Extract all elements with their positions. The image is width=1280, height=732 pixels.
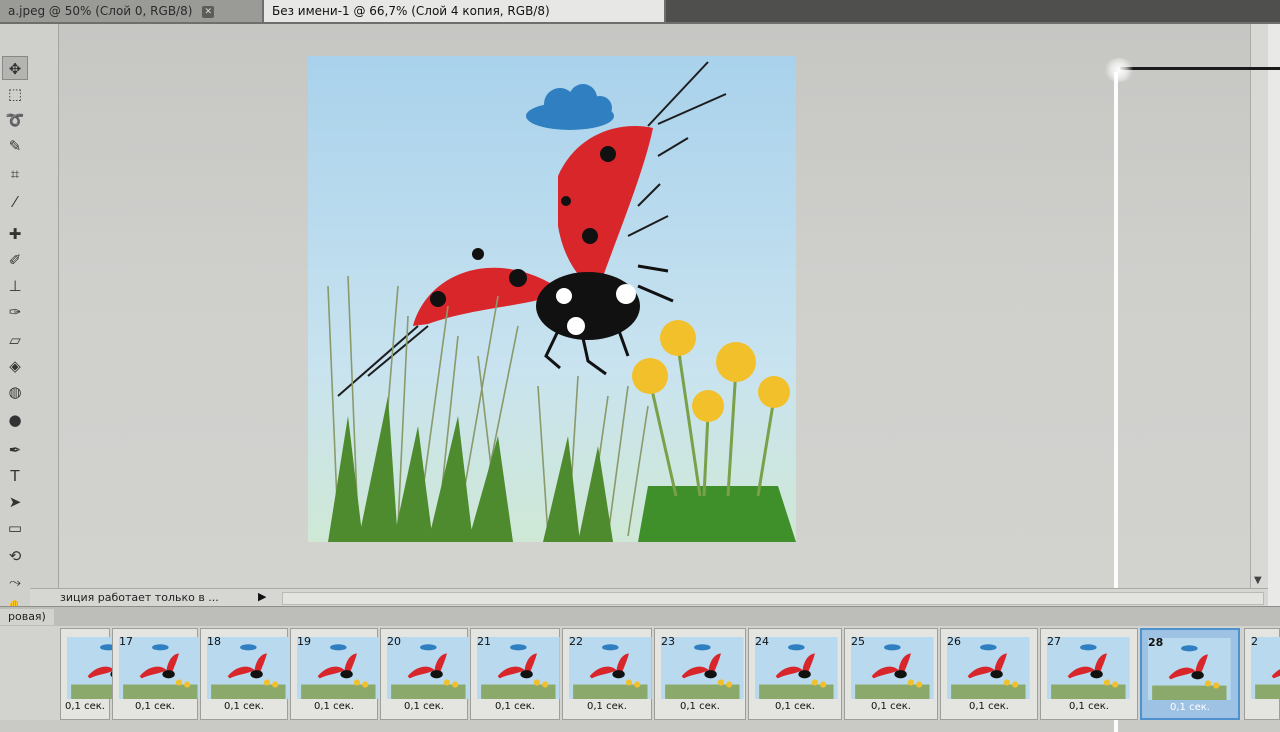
animation-panel-header: ровая) xyxy=(0,606,1280,627)
frame-number: 26 xyxy=(947,635,961,648)
frame-delay[interactable]: 0,1 сек. xyxy=(845,701,937,712)
panel-edge xyxy=(1268,24,1280,624)
animation-frame[interactable]: 2 xyxy=(1244,628,1280,720)
frame-delay[interactable]: 0,1 сек. xyxy=(749,701,841,712)
status-bar: зиция работает только в ... ▶ xyxy=(30,588,1268,607)
guide-line xyxy=(1120,67,1280,70)
animation-frame[interactable]: 22 0,1 сек. xyxy=(562,628,652,720)
frame-number: 18 xyxy=(207,635,221,648)
type-tool-icon[interactable]: T xyxy=(2,464,28,488)
stamp-tool-icon[interactable]: ⊥ xyxy=(2,274,28,298)
frame-number: 19 xyxy=(297,635,311,648)
play-icon[interactable]: ▶ xyxy=(258,590,266,603)
animation-frame[interactable]: 27 0,1 сек. xyxy=(1040,628,1138,720)
eraser-tool-icon[interactable]: ▱ xyxy=(2,328,28,352)
tab-label: а.jpeg @ 50% (Слой 0, RGB/8) xyxy=(8,4,193,18)
tab-label: Без имени-1 @ 66,7% (Слой 4 копия, RGB/8… xyxy=(272,4,550,18)
status-text: зиция работает только в ... xyxy=(60,591,219,604)
animation-frame[interactable]: 18 0,1 сек. xyxy=(200,628,290,720)
brush-tool-icon[interactable]: ✐ xyxy=(2,248,28,272)
quick-select-tool-icon[interactable]: ✎ xyxy=(2,134,28,158)
animation-frame[interactable]: 19 0,1 сек. xyxy=(290,628,380,720)
close-icon[interactable]: ✕ xyxy=(202,5,215,18)
animation-frame[interactable]: 17 0,1 сек. xyxy=(112,628,202,720)
animation-frame[interactable]: 24 0,1 сек. xyxy=(748,628,842,720)
dodge-tool-icon[interactable]: ◍ xyxy=(2,380,28,404)
animation-frames: 0,1 сек. 17 0,1 сек. 18 0,1 сек. 19 0,1 сек. 20… xyxy=(0,626,1280,720)
frame-delay[interactable]: 0,1 сек. xyxy=(291,701,377,712)
tab-document-1[interactable]: а.jpeg @ 50% (Слой 0, RGB/8) ✕ xyxy=(0,0,262,22)
move-tool-icon[interactable]: ✥ xyxy=(2,56,28,80)
shape-tool-icon[interactable]: ▭ xyxy=(2,516,28,540)
animation-panel-title[interactable]: ровая) xyxy=(0,609,54,625)
frame-number: 17 xyxy=(119,635,133,648)
pen-tool-icon[interactable]: ✒ xyxy=(2,438,28,462)
frame-delay[interactable]: 0,1 сек. xyxy=(1041,701,1137,712)
frame-number: 23 xyxy=(661,635,675,648)
animation-frame[interactable]: 23 0,1 сек. xyxy=(654,628,746,720)
path-select-tool-icon[interactable]: ➤ xyxy=(2,490,28,514)
frame-delay[interactable]: 0,1 сек. xyxy=(61,701,109,712)
frame-number: 2 xyxy=(1251,635,1258,648)
glare-spot xyxy=(1104,58,1134,82)
paint-bucket-tool-icon[interactable]: ◈ xyxy=(2,354,28,378)
horizontal-scrollbar[interactable] xyxy=(282,592,1264,605)
crop-tool-icon[interactable]: ⌗ xyxy=(2,162,28,186)
lasso-tool-icon[interactable]: ➰ xyxy=(2,108,28,132)
frame-delay[interactable]: 0,1 сек. xyxy=(113,701,197,712)
tab-bar-empty xyxy=(666,0,1280,22)
marquee-tool-icon[interactable]: ⬚ xyxy=(2,82,28,106)
frame-delay[interactable]: 0,1 сек. xyxy=(381,701,467,712)
document-tab-bar: а.jpeg @ 50% (Слой 0, RGB/8) ✕ Без имени… xyxy=(0,0,1280,24)
frame-number: 28 xyxy=(1148,636,1164,649)
frame-delay[interactable]: 0,1 сек. xyxy=(941,701,1037,712)
sponge-tool-icon[interactable]: ● xyxy=(2,408,28,432)
animation-frame[interactable]: 0,1 сек. xyxy=(60,628,150,720)
scroll-down-icon[interactable]: ▼ xyxy=(1254,575,1262,586)
frame-number: 24 xyxy=(755,635,769,648)
vertical-scrollbar[interactable]: ▼ xyxy=(1250,24,1269,590)
frame-number: 22 xyxy=(569,635,583,648)
frame-delay[interactable]: 0,1 сек. xyxy=(563,701,651,712)
animation-frame[interactable]: 21 0,1 сек. xyxy=(470,628,560,720)
animation-frame[interactable]: 26 0,1 сек. xyxy=(940,628,1038,720)
3d-camera-tool-icon[interactable]: ⤳ xyxy=(2,570,28,594)
3d-rotate-tool-icon[interactable]: ⟲ xyxy=(2,544,28,568)
frame-delay[interactable]: 0,1 сек. xyxy=(655,701,745,712)
document-artwork[interactable] xyxy=(308,56,796,542)
frame-number: 25 xyxy=(851,635,865,648)
frame-delay[interactable]: 0,1 сек. xyxy=(471,701,559,712)
frame-number: 21 xyxy=(477,635,491,648)
eyedropper-tool-icon[interactable]: ⁄ xyxy=(2,190,28,214)
frame-number: 20 xyxy=(387,635,401,648)
healing-tool-icon[interactable]: ✚ xyxy=(2,222,28,246)
frame-delay[interactable]: 0,1 сек. xyxy=(201,701,287,712)
history-brush-tool-icon[interactable]: ✑ xyxy=(2,300,28,324)
animation-frame[interactable]: 28 0,1 сек. xyxy=(1140,628,1240,720)
animation-frame[interactable]: 20 0,1 сек. xyxy=(380,628,470,720)
frame-number: 27 xyxy=(1047,635,1061,648)
frame-delay[interactable]: 0,1 сек. xyxy=(1142,702,1238,713)
tab-document-2[interactable]: Без имени-1 @ 66,7% (Слой 4 копия, RGB/8… xyxy=(264,0,664,22)
animation-frame[interactable]: 25 0,1 сек. xyxy=(844,628,938,720)
